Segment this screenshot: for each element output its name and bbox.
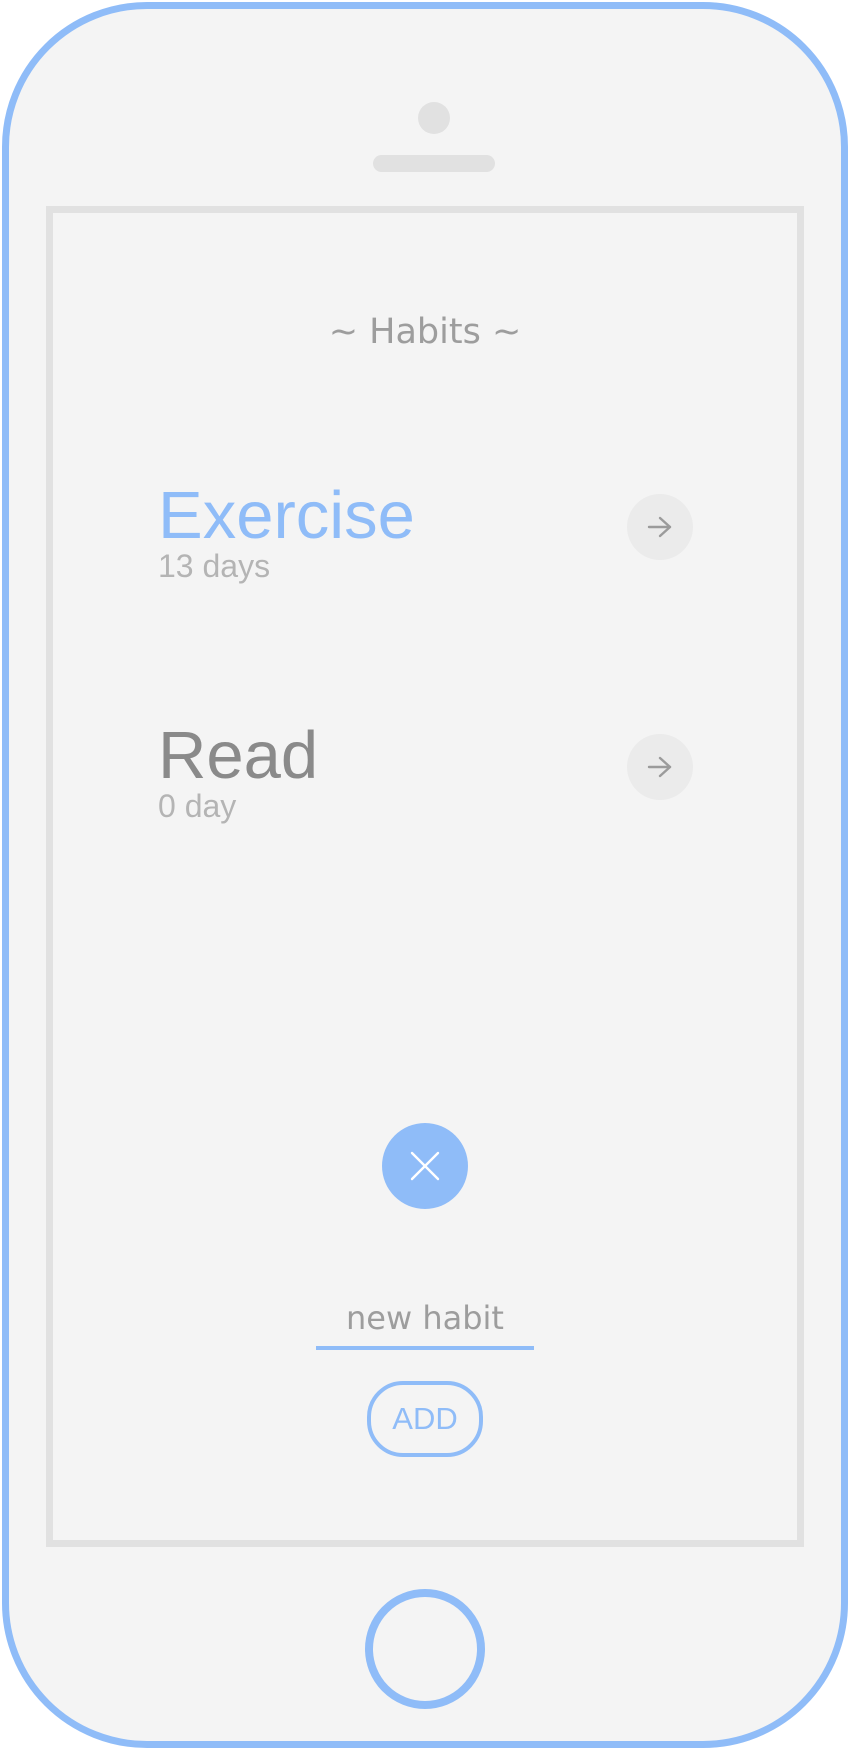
close-icon <box>410 1151 440 1181</box>
arrow-right-icon <box>647 756 672 778</box>
habit-item-exercise[interactable]: Exercise 13 days <box>158 478 698 608</box>
open-habit-button[interactable] <box>627 494 693 560</box>
habit-name: Exercise <box>158 478 415 553</box>
new-habit-input[interactable] <box>316 1290 534 1350</box>
habit-name: Read <box>158 718 319 793</box>
home-button[interactable] <box>365 1589 485 1709</box>
camera <box>418 102 450 134</box>
arrow-right-icon <box>647 516 672 538</box>
habit-count: 0 day <box>158 788 237 824</box>
add-button[interactable]: ADD <box>367 1381 483 1457</box>
habit-count: 13 days <box>158 548 271 584</box>
habit-item-read[interactable]: Read 0 day <box>158 718 698 848</box>
speaker <box>373 155 495 172</box>
open-habit-button[interactable] <box>627 734 693 800</box>
page-title: ~ Habits ~ <box>328 312 522 352</box>
close-button[interactable] <box>382 1123 468 1209</box>
